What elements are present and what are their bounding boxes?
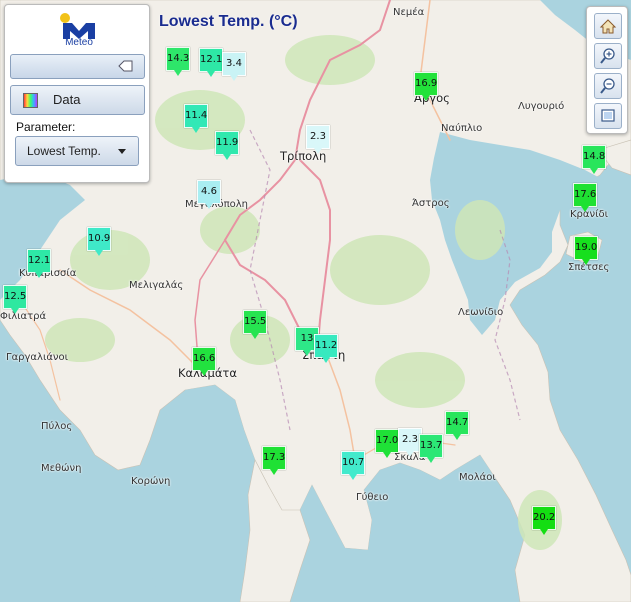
place-label: Μεθώνη [41,463,82,474]
place-label: Μελιγαλάς [129,280,184,291]
place-label: Φιλιατρά [0,311,47,322]
place-label: Γαργαλιάνοι [6,352,69,363]
home-button[interactable] [594,13,622,39]
logo-text: Meteo [65,37,93,48]
station-marker[interactable]: 14.3 [166,47,190,76]
place-label: Πύλος [41,421,73,432]
station-marker[interactable]: 20.2 [532,506,556,535]
place-label: Μολάοι [459,472,496,483]
station-marker[interactable]: 10.7 [341,451,365,480]
station-marker[interactable]: 12.1 [199,48,223,77]
station-marker[interactable]: 11.4 [184,104,208,133]
station-marker[interactable]: 4.6 [197,180,221,209]
station-marker[interactable]: 10.9 [87,227,111,256]
station-marker[interactable]: 11.2 [314,334,338,363]
station-marker[interactable]: 17.3 [262,446,286,475]
data-button-label: Data [53,92,81,107]
home-icon [599,19,617,34]
zoom-in-icon [600,48,615,64]
zoom-out-icon [600,78,615,94]
station-marker[interactable]: 14.7 [445,411,469,440]
station-marker[interactable]: 3.4 [222,52,246,81]
station-marker[interactable]: 15.5 [243,310,267,339]
station-marker[interactable]: 19.0 [574,236,598,265]
station-marker[interactable]: 2.3 [306,125,330,154]
parameter-select[interactable]: Lowest Temp. [15,136,139,166]
station-marker[interactable]: 12.1 [27,249,51,278]
map-toolbar [586,6,628,134]
full-extent-button[interactable] [594,103,622,129]
station-marker[interactable]: 14.8 [582,145,606,174]
zoom-out-button[interactable] [594,73,622,99]
place-label: Λυγουριό [518,101,565,112]
control-panel: Meteo Data Parameter: Lowest Temp. [4,4,150,183]
data-button[interactable]: Data [10,85,145,115]
slider-handle-icon[interactable] [118,59,134,73]
station-marker[interactable]: 12.5 [3,285,27,314]
station-marker[interactable]: 17.6 [573,183,597,212]
chevron-down-icon [118,149,126,154]
place-label: Γύθειο [356,492,389,503]
station-marker[interactable]: 11.9 [215,131,239,160]
place-label: Νεμέα [393,7,425,18]
place-label: Λεωνίδιο [458,307,504,318]
time-slider[interactable] [10,54,145,79]
place-label: Κορώνη [131,476,171,487]
map-title: Lowest Temp. (°C) [159,13,298,30]
parameter-value: Lowest Temp. [27,144,101,158]
station-marker[interactable]: 17.0 [375,429,399,458]
full-extent-icon [601,109,615,122]
place-label: Ναύπλιο [441,123,483,134]
station-marker[interactable]: 13.7 [419,434,443,463]
zoom-in-button[interactable] [594,43,622,69]
station-marker[interactable]: 16.9 [414,72,438,101]
palette-icon [23,93,38,108]
place-label: Άστρος [412,198,450,209]
parameter-label: Parameter: [16,120,76,134]
station-marker[interactable]: 16.6 [192,347,216,376]
